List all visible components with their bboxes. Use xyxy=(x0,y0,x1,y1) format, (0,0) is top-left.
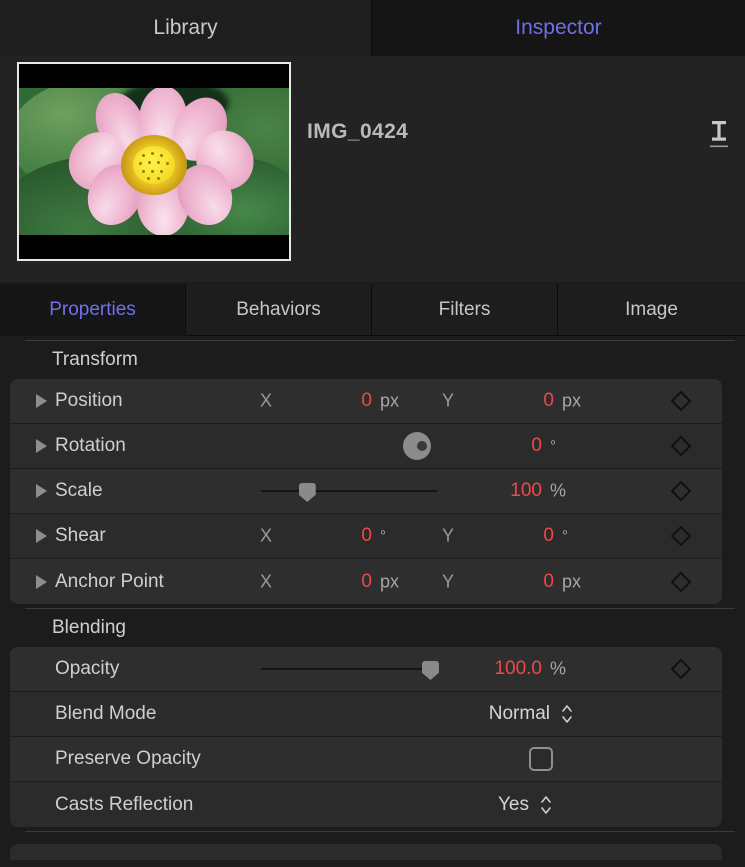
row-opacity-label: Opacity xyxy=(55,658,119,680)
opacity-slider-track xyxy=(261,668,437,670)
thumbnail-photo xyxy=(19,88,289,236)
disclosure-triangle-icon[interactable] xyxy=(36,529,47,543)
shear-y-unit: ° xyxy=(562,528,568,545)
scale-unit: % xyxy=(550,481,566,502)
next-section-rows xyxy=(10,844,722,860)
section-divider xyxy=(25,831,735,832)
position-y-unit: px xyxy=(562,391,581,412)
transform-rows: Position X 0 px Y 0 px Rotation 0 ° xyxy=(10,379,722,604)
position-y-value[interactable]: 0 xyxy=(492,390,554,412)
keyframe-diamond-icon[interactable] xyxy=(670,435,692,457)
shear-x-unit: ° xyxy=(380,528,386,545)
inspector-tab-bar: Properties Behaviors Filters Image xyxy=(0,284,745,336)
keyframe-diamond-icon[interactable] xyxy=(670,480,692,502)
panel-tab-bar: Library Inspector xyxy=(0,0,745,56)
row-casts-reflection[interactable]: Casts Reflection Yes xyxy=(10,782,722,827)
row-scale[interactable]: Scale 100 % xyxy=(10,469,722,514)
y-axis-label: Y xyxy=(442,526,454,547)
panel-tab-library-label: Library xyxy=(153,16,217,40)
section-title-transform: Transform xyxy=(0,341,745,379)
row-position-label: Position xyxy=(55,390,123,412)
panel-tab-library[interactable]: Library xyxy=(0,0,372,56)
anchor-y-unit: px xyxy=(562,571,581,592)
keyframe-diamond-icon[interactable] xyxy=(670,658,692,680)
tab-properties[interactable]: Properties xyxy=(0,284,186,336)
stepper-arrows-icon[interactable] xyxy=(539,794,553,816)
row-anchor-point-label: Anchor Point xyxy=(55,571,164,593)
y-axis-label: Y xyxy=(442,571,454,592)
x-axis-label: X xyxy=(260,571,272,592)
scale-slider[interactable] xyxy=(261,481,437,501)
thumbnail-frame[interactable] xyxy=(17,62,291,261)
disclosure-triangle-icon[interactable] xyxy=(36,575,47,589)
row-blend-mode[interactable]: Blend Mode Normal xyxy=(10,692,722,737)
row-shear-label: Shear xyxy=(55,525,106,547)
blending-rows: Opacity 100.0 % Blend Mode Normal xyxy=(10,647,722,827)
row-blend-mode-label: Blend Mode xyxy=(55,703,156,725)
row-casts-reflection-label: Casts Reflection xyxy=(55,794,193,816)
shear-y-value[interactable]: 0 xyxy=(492,525,554,547)
scale-value[interactable]: 100 xyxy=(480,480,542,502)
panel-tab-inspector-label: Inspector xyxy=(515,16,601,40)
row-preserve-opacity-label: Preserve Opacity xyxy=(55,748,201,770)
rotation-dial[interactable] xyxy=(403,432,431,460)
tab-image-label: Image xyxy=(625,299,678,321)
anchor-x-value[interactable]: 0 xyxy=(310,571,372,593)
x-axis-label: X xyxy=(260,526,272,547)
disclosure-triangle-icon[interactable] xyxy=(36,484,47,498)
rotation-unit: ° xyxy=(550,438,556,455)
row-rotation[interactable]: Rotation 0 ° xyxy=(10,424,722,469)
row-position[interactable]: Position X 0 px Y 0 px xyxy=(10,379,722,424)
checkbox-icon[interactable] xyxy=(529,747,553,771)
row-shear[interactable]: Shear X 0 ° Y 0 ° xyxy=(10,514,722,559)
y-axis-label: Y xyxy=(442,391,454,412)
shear-x-value[interactable]: 0 xyxy=(310,525,372,547)
x-axis-label: X xyxy=(260,391,272,412)
letterbox-bar-bottom xyxy=(19,235,289,259)
position-x-value[interactable]: 0 xyxy=(310,390,372,412)
tab-filters-label: Filters xyxy=(439,299,491,321)
row-scale-label: Scale xyxy=(55,480,103,502)
asset-header: IMG_0424 xyxy=(0,56,745,282)
keyframe-diamond-icon[interactable] xyxy=(670,571,692,593)
tab-properties-label: Properties xyxy=(49,299,136,321)
row-preserve-opacity[interactable]: Preserve Opacity xyxy=(10,737,722,782)
panel-tab-inspector[interactable]: Inspector xyxy=(372,0,745,56)
anchor-x-unit: px xyxy=(380,571,399,592)
scale-slider-thumb[interactable] xyxy=(299,483,316,502)
row-anchor-point[interactable]: Anchor Point X 0 px Y 0 px xyxy=(10,559,722,604)
rotation-dial-indicator xyxy=(417,441,427,451)
scale-slider-track xyxy=(261,490,437,492)
properties-panel: Transform Position X 0 px Y 0 px Rotatio… xyxy=(0,336,745,867)
rotation-value[interactable]: 0 xyxy=(480,435,542,457)
row-rotation-label: Rotation xyxy=(55,435,126,457)
inspector-window: Library Inspector xyxy=(0,0,745,867)
section-title-blending: Blending xyxy=(0,609,745,647)
blend-mode-value[interactable]: Normal xyxy=(410,703,550,725)
disclosure-triangle-icon[interactable] xyxy=(36,394,47,408)
opacity-unit: % xyxy=(550,659,566,680)
keyframe-diamond-icon[interactable] xyxy=(670,525,692,547)
anchor-y-value[interactable]: 0 xyxy=(492,571,554,593)
row-opacity[interactable]: Opacity 100.0 % xyxy=(10,647,722,692)
tab-behaviors-label: Behaviors xyxy=(236,299,321,321)
casts-reflection-value[interactable]: Yes xyxy=(410,794,529,816)
tab-image[interactable]: Image xyxy=(558,284,745,336)
pin-icon[interactable] xyxy=(706,118,732,150)
page-title: IMG_0424 xyxy=(307,120,408,144)
position-x-unit: px xyxy=(380,391,399,412)
opacity-slider-thumb[interactable] xyxy=(422,661,439,680)
tab-filters[interactable]: Filters xyxy=(372,284,558,336)
opacity-slider[interactable] xyxy=(261,659,437,679)
lotus-flower-thumbnail xyxy=(19,64,289,259)
seed-dots xyxy=(136,149,172,181)
stepper-arrows-icon[interactable] xyxy=(560,703,574,725)
opacity-value[interactable]: 100.0 xyxy=(458,658,542,680)
tab-behaviors[interactable]: Behaviors xyxy=(186,284,372,336)
disclosure-triangle-icon[interactable] xyxy=(36,439,47,453)
letterbox-bar-top xyxy=(19,64,289,88)
keyframe-diamond-icon[interactable] xyxy=(670,390,692,412)
